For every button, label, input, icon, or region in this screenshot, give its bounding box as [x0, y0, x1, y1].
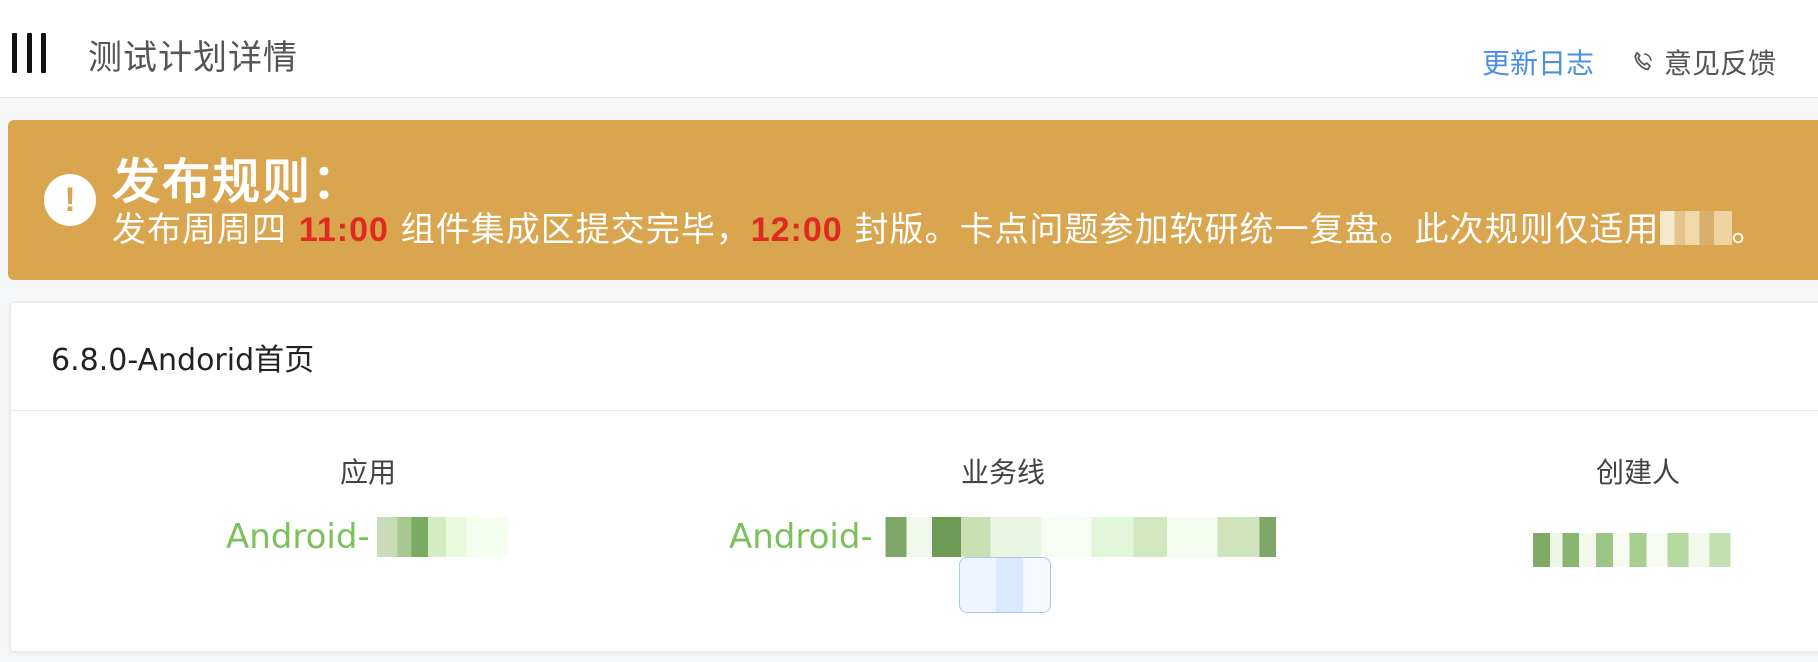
- freeze-time: 12:00: [750, 211, 843, 249]
- creator-label: 创建人: [1595, 456, 1681, 489]
- app-label: 应用: [339, 456, 397, 489]
- top-header: 测试计划详情 更新日志 意见反馈: [0, 0, 1818, 98]
- business-line-value: Android-: [729, 517, 1293, 557]
- banner-text: 发布周周四 11:00 组件集成区提交完毕，12:00 封版。卡点问题参加软研统…: [112, 202, 1767, 251]
- hamburger-menu-icon[interactable]: [12, 33, 46, 73]
- phone-icon: [1634, 51, 1652, 71]
- changelog-link[interactable]: 更新日志: [1482, 42, 1594, 82]
- banner-text-part: 发布周周四: [112, 210, 299, 250]
- feedback-label: 意见反馈: [1664, 47, 1777, 80]
- app-value-text: Android-: [226, 517, 370, 557]
- redacted-business-line: [872, 517, 1293, 557]
- plan-title: 6.8.0-Andorid首页: [51, 342, 315, 378]
- business-line-label: 业务线: [960, 456, 1046, 489]
- page-title: 测试计划详情: [88, 38, 298, 78]
- exclamation-icon: !: [44, 174, 96, 226]
- redacted-business-line-tag: [959, 557, 1051, 613]
- banner-text-part: 封版。卡点问题参加软研统一复盘。此次规则仅适用: [842, 210, 1660, 250]
- redacted-app-name: [369, 517, 508, 557]
- business-line-value-text: Android-: [729, 517, 873, 557]
- banner-text-part: 组件集成区提交完毕，: [388, 210, 751, 250]
- card-header: 6.8.0-Andorid首页: [11, 303, 1818, 411]
- banner-text-end: 。: [1731, 210, 1767, 250]
- redacted-text: [1659, 211, 1732, 245]
- redacted-creator: [1533, 533, 1743, 567]
- cutoff-time-1: 11:00: [298, 211, 389, 249]
- test-plan-card: 6.8.0-Andorid首页 应用 Android- 业务线 Android-…: [10, 302, 1818, 652]
- app-value: Android-: [226, 517, 508, 557]
- release-rule-banner: ! 发布规则： 发布周周四 11:00 组件集成区提交完毕，12:00 封版。卡…: [8, 120, 1818, 280]
- feedback-button[interactable]: 意见反馈: [1630, 42, 1776, 82]
